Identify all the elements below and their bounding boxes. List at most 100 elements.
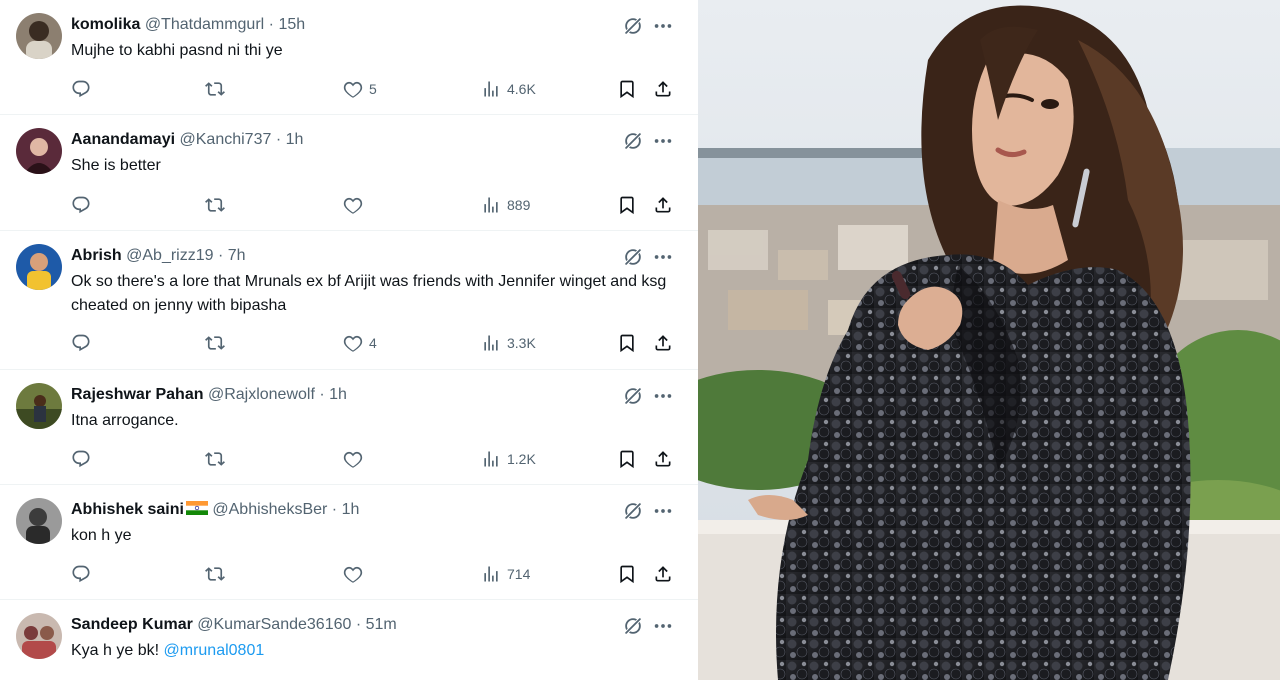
bookmark-button[interactable] [617, 447, 637, 471]
views-button[interactable]: 3.3K [481, 331, 536, 355]
tweet[interactable]: Abhishek saini @AbhisheksBer · 1h kon h … [0, 485, 698, 600]
display-name[interactable]: Rajeshwar Pahan [71, 386, 204, 403]
like-button[interactable] [343, 447, 369, 471]
tweet-text: Mujhe to kabhi pasnd ni thi ye [71, 42, 283, 59]
more-options-icon[interactable] [652, 385, 674, 407]
user-handle[interactable]: @Thatdammgurl [145, 16, 264, 33]
share-button[interactable] [653, 193, 673, 217]
tweet[interactable]: Sandeep Kumar @KumarSande36160 · 51m Kya… [0, 600, 698, 680]
reply-button[interactable] [71, 447, 91, 471]
tweet-text: Itna arrogance. [71, 412, 179, 429]
reply-feed: komolika @Thatdammgurl · 15h Mujhe to ka… [0, 0, 698, 680]
share-button[interactable] [653, 331, 673, 355]
share-button[interactable] [653, 447, 673, 471]
bookmark-button[interactable] [617, 331, 637, 355]
retweet-button[interactable] [205, 77, 225, 101]
retweet-button[interactable] [205, 193, 225, 217]
views-button[interactable]: 4.6K [481, 77, 536, 101]
heart-icon [343, 449, 363, 469]
tweet[interactable]: Rajeshwar Pahan @Rajxlonewolf · 1h Itna … [0, 370, 698, 485]
reply-button[interactable] [71, 193, 91, 217]
display-name[interactable]: Aanandamayi [71, 131, 175, 148]
reply-button[interactable] [71, 331, 91, 355]
avatar[interactable] [16, 244, 62, 290]
share-icon [653, 449, 673, 469]
bookmark-button[interactable] [617, 193, 637, 217]
avatar[interactable] [16, 613, 62, 659]
views-chart-icon [481, 564, 501, 584]
display-name[interactable]: komolika [71, 16, 140, 33]
like-button[interactable]: 5 [343, 77, 377, 101]
heart-icon [343, 564, 363, 584]
avatar[interactable] [16, 128, 62, 174]
tweet-text-content: Kya h ye bk! [71, 642, 160, 659]
grok-icon[interactable] [622, 385, 644, 407]
bookmark-button[interactable] [617, 562, 637, 586]
user-handle[interactable]: @AbhisheksBer [212, 501, 327, 518]
retweet-button[interactable] [205, 562, 225, 586]
separator-dot: · [275, 131, 282, 148]
grok-icon[interactable] [622, 15, 644, 37]
tweet[interactable]: Abrish @Ab_rizz19 · 7h Ok so there's a l… [0, 231, 698, 370]
timestamp[interactable]: 51m [366, 616, 397, 633]
share-button[interactable] [653, 77, 673, 101]
more-options-icon[interactable] [652, 615, 674, 637]
views-button[interactable]: 714 [481, 562, 530, 586]
view-count: 714 [507, 566, 531, 582]
tweet[interactable]: Aanandamayi @Kanchi737 · 1h She is bette… [0, 115, 698, 231]
timestamp[interactable]: 1h [286, 131, 304, 148]
views-button[interactable]: 889 [481, 193, 530, 217]
grok-icon[interactable] [622, 130, 644, 152]
display-name[interactable]: Abrish [71, 247, 122, 264]
user-handle[interactable]: @KumarSande36160 [197, 616, 351, 633]
views-chart-icon [481, 449, 501, 469]
display-name[interactable]: Sandeep Kumar [71, 616, 193, 633]
tweet[interactable]: komolika @Thatdammgurl · 15h Mujhe to ka… [0, 0, 698, 115]
separator-dot: · [355, 616, 362, 633]
grok-icon[interactable] [622, 500, 644, 522]
like-button[interactable] [343, 193, 369, 217]
view-count: 3.3K [507, 335, 536, 351]
share-icon [653, 564, 673, 584]
grok-icon[interactable] [622, 246, 644, 268]
heart-icon [343, 195, 363, 215]
action-bar: 4 3.3K [71, 331, 681, 355]
retweet-button[interactable] [205, 447, 225, 471]
reply-button[interactable] [71, 562, 91, 586]
timestamp[interactable]: 7h [228, 247, 246, 264]
separator-dot: · [217, 247, 224, 264]
separator-dot: · [268, 16, 274, 33]
timestamp[interactable]: 1h [342, 501, 360, 518]
retweet-button[interactable] [205, 331, 225, 355]
view-count: 1.2K [507, 451, 536, 467]
heart-icon [343, 333, 363, 353]
timestamp[interactable]: 1h [329, 386, 347, 403]
bookmark-icon [617, 79, 637, 99]
bookmark-icon [617, 449, 637, 469]
avatar[interactable] [16, 13, 62, 59]
like-button[interactable] [343, 562, 369, 586]
display-name[interactable]: Abhishek saini [71, 501, 184, 518]
timestamp[interactable]: 15h [278, 16, 305, 33]
more-options-icon[interactable] [652, 246, 674, 268]
retweet-icon [205, 79, 225, 99]
reply-button[interactable] [71, 77, 91, 101]
user-handle[interactable]: @Kanchi737 [180, 131, 272, 148]
grok-icon[interactable] [622, 615, 644, 637]
user-handle[interactable]: @Rajxlonewolf [208, 386, 315, 403]
user-handle[interactable]: @Ab_rizz19 [126, 247, 213, 264]
action-bar: 1.2K [71, 447, 681, 471]
share-button[interactable] [653, 562, 673, 586]
views-button[interactable]: 1.2K [481, 447, 536, 471]
more-options-icon[interactable] [652, 500, 674, 522]
more-options-icon[interactable] [652, 15, 674, 37]
like-count: 4 [369, 335, 377, 351]
more-options-icon[interactable] [652, 130, 674, 152]
bookmark-button[interactable] [617, 77, 637, 101]
retweet-icon [205, 195, 225, 215]
tweet-text: kon h ye [71, 527, 132, 544]
like-button[interactable]: 4 [343, 331, 377, 355]
mention-link[interactable]: @mrunal0801 [164, 642, 265, 659]
avatar[interactable] [16, 498, 62, 544]
avatar[interactable] [16, 383, 62, 429]
